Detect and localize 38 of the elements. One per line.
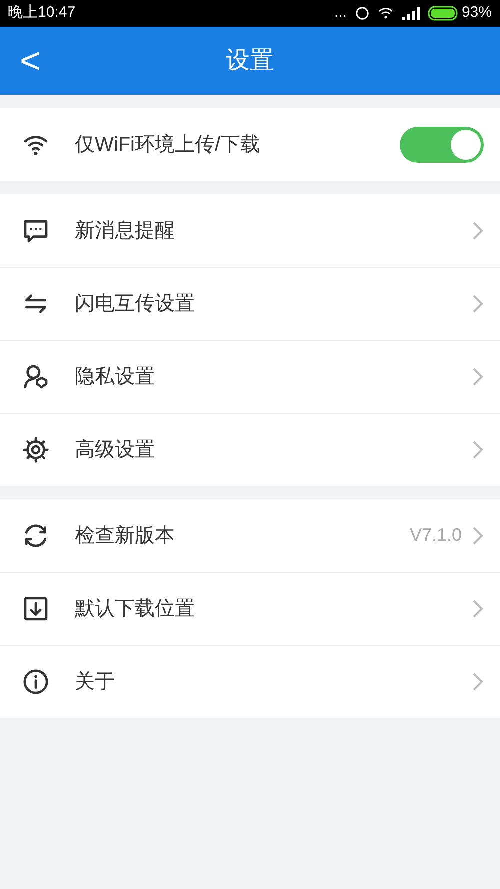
wifi-signal-icon	[378, 7, 394, 20]
back-button[interactable]: <	[0, 34, 52, 88]
person-shield-icon	[22, 363, 50, 391]
settings-row[interactable]: 高级设置	[0, 413, 500, 486]
sync-icon	[354, 6, 370, 21]
row-label: 隐私设置	[75, 365, 156, 390]
battery-percent: 93%	[462, 3, 492, 24]
settings-row[interactable]: 默认下载位置	[0, 572, 500, 645]
status-time: 晚上10:47	[8, 3, 76, 24]
battery-icon	[428, 6, 458, 21]
chevron-right-icon	[472, 220, 484, 240]
settings-row[interactable]: 关于	[0, 645, 500, 718]
settings-row[interactable]: 检查新版本 V7.1.0	[0, 499, 500, 572]
row-label: 仅WiFi环境上传/下载	[75, 132, 262, 158]
settings-row[interactable]: 闪电互传设置	[0, 267, 500, 340]
settings-row[interactable]: 隐私设置	[0, 340, 500, 413]
cell-signal-icon	[402, 7, 420, 20]
toggle-switch[interactable]	[400, 126, 484, 162]
page-title: 设置	[226, 46, 274, 76]
info-icon	[22, 668, 50, 696]
row-label: 闪电互传设置	[75, 292, 196, 317]
chevron-right-icon	[472, 440, 484, 460]
row-label: 检查新版本	[75, 524, 176, 548]
settings-row[interactable]: 仅WiFi环境上传/下载	[0, 108, 500, 181]
version-text: V7.1.0	[410, 524, 462, 547]
chevron-right-icon	[472, 599, 484, 619]
row-label: 关于	[75, 670, 116, 695]
settings-row[interactable]: 新消息提醒	[0, 194, 500, 267]
chevron-right-icon	[472, 367, 484, 387]
gear-icon	[22, 436, 50, 464]
status-dots: ...	[334, 3, 347, 24]
download-icon	[22, 595, 50, 623]
row-label: 新消息提醒	[75, 218, 176, 244]
row-label: 高级设置	[75, 438, 156, 463]
row-label: 默认下载位置	[75, 597, 196, 622]
chevron-right-icon	[472, 672, 484, 692]
chevron-right-icon	[472, 294, 484, 314]
chevron-right-icon	[472, 526, 484, 546]
